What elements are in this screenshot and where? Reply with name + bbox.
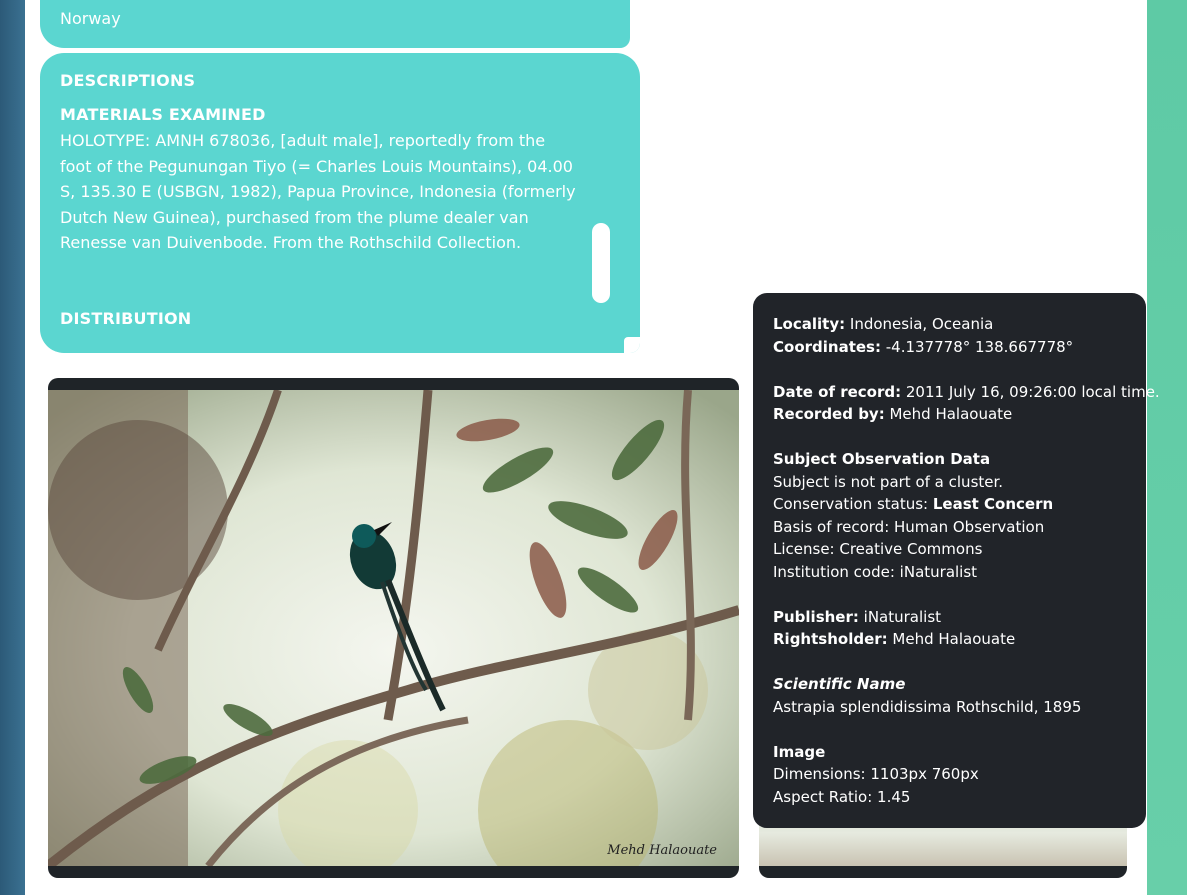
descriptions-card[interactable]: DESCRIPTIONS MATERIALS EXAMINED HOLOTYPE… [40,53,640,353]
rightsholder-value: Mehd Halaouate [892,630,1016,648]
locality-label: Locality: [773,315,846,333]
observation-details-tooltip: Locality: Indonesia, Oceania Coordinates… [753,293,1160,828]
recorded-by-label: Recorded by: [773,405,885,423]
rightsholder-label: Rightsholder: [773,630,888,648]
coordinates-label: Coordinates: [773,337,881,356]
publisher-label: Publisher: [773,607,859,626]
image-dimensions: Dimensions: 1103px 760px [773,765,979,783]
scrollbar-thumb[interactable] [592,223,610,303]
image-aspect-ratio: Aspect Ratio: 1.45 [773,787,911,806]
descriptions-heading: DESCRIPTIONS [60,71,196,90]
conservation-row: Conservation status: Least Concern [773,493,1143,516]
observation-photo[interactable]: Mehd Halaouate [48,390,739,866]
country-text: Norway [60,9,121,28]
distribution-heading: DISTRIBUTION [60,309,192,328]
right-gradient-strip [1147,0,1187,895]
license-text: License: Creative Commons [773,540,983,558]
date-label: Date of record: [773,382,902,401]
date-value: 2011 July 16, 09:26:00 local time. [905,382,1160,401]
materials-examined-text: HOLOTYPE: AMNH 678036, [adult male], rep… [60,131,576,252]
materials-examined-heading: MATERIALS EXAMINED [60,105,266,124]
cluster-text: Subject is not part of a cluster. [773,472,1004,491]
scientific-name-heading: Scientific Name [773,675,906,693]
location-card: Norway [40,0,630,48]
resize-handle[interactable] [624,337,640,353]
locality-row: Locality: Indonesia, Oceania [773,313,1143,336]
institution-code: Institution code: iNaturalist [773,562,978,581]
recorded-by-row: Recorded by: Mehd Halaouate [773,403,1143,426]
image-heading: Image [773,742,826,761]
date-row: Date of record: 2011 July 16, 09:26:00 l… [773,381,1160,404]
coordinates-row: Coordinates: -4.137778° 138.667778° [773,336,1143,359]
publisher-row: Publisher: iNaturalist [773,606,1143,629]
coordinates-value: -4.137778° 138.667778° [885,337,1074,356]
bird-photo-illustration [48,390,739,866]
photo-watermark: Mehd Halaouate [607,843,717,858]
subject-observation-heading: Subject Observation Data [773,450,991,468]
publisher-value: iNaturalist [863,607,942,626]
recorded-by-value: Mehd Halaouate [889,405,1013,423]
locality-value: Indonesia, Oceania [849,315,994,333]
observation-photo-frame[interactable]: Mehd Halaouate [48,378,739,878]
basis-of-record: Basis of record: Human Observation [773,517,1045,536]
rightsholder-row: Rightsholder: Mehd Halaouate [773,628,1143,651]
conservation-value: Least Concern [932,495,1054,513]
scientific-name-value: Astrapia splendidissima Rothschild, 1895 [773,697,1082,716]
conservation-label: Conservation status: [773,495,929,513]
